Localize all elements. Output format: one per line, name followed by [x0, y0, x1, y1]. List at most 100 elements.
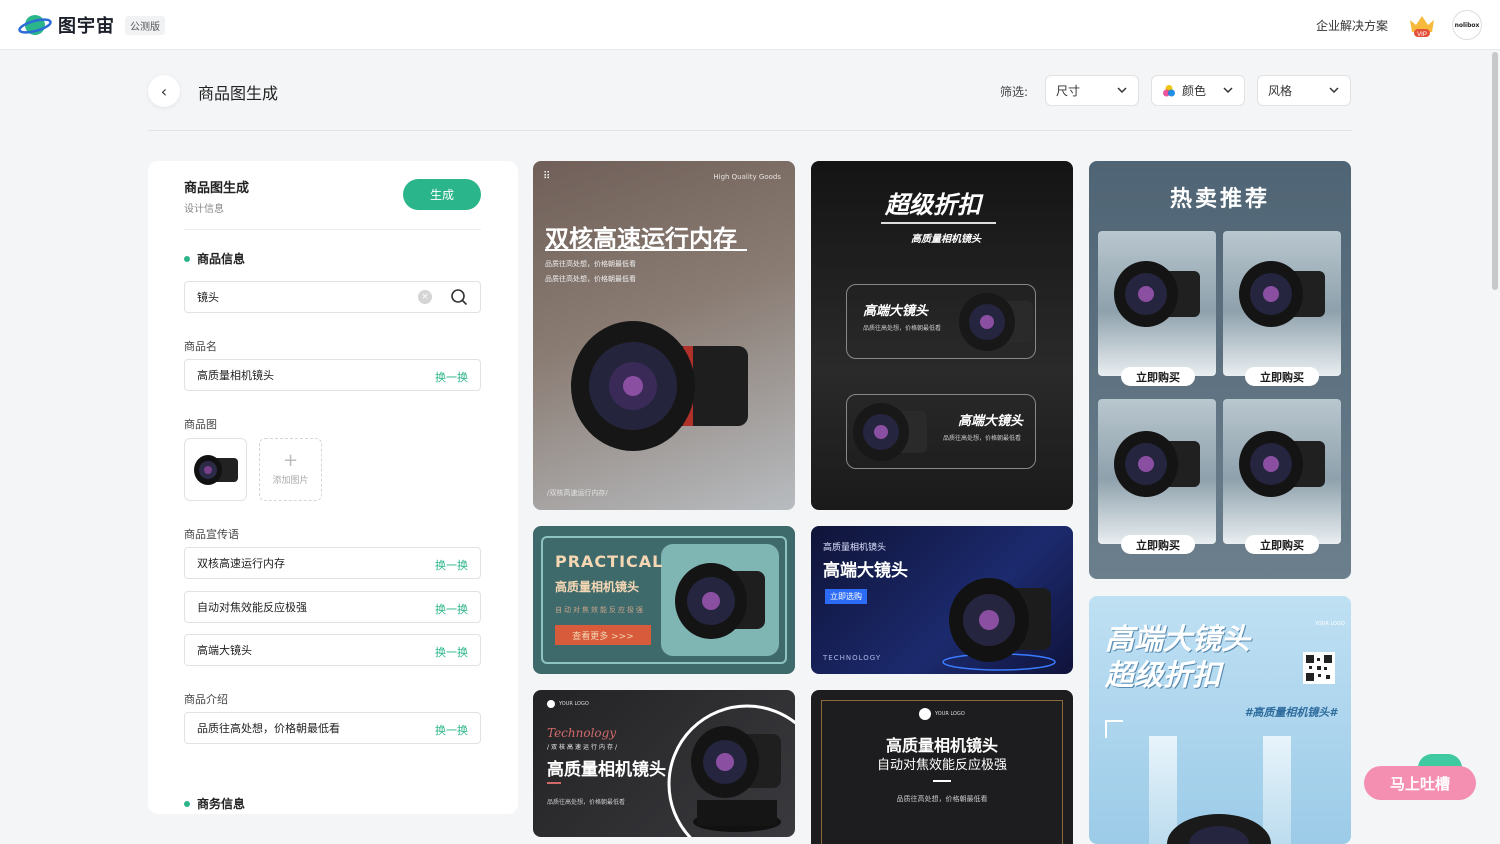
card-footer: /双核高速运行内存/ — [547, 489, 608, 497]
swap-button[interactable]: 换一换 — [435, 644, 468, 660]
card-logo: YOUR LOGO — [547, 700, 589, 708]
style-filter-label: 风格 — [1268, 84, 1293, 98]
card-title: 高质量相机镜头 — [885, 736, 998, 755]
card-logo-text: YOUR LOGO — [559, 701, 589, 707]
product-tile — [1223, 399, 1341, 544]
template-card-1[interactable]: ⠿ High Quality Goods 双核高速运行内存 品质往高处想，价格朝… — [533, 161, 795, 510]
clear-icon[interactable]: × — [418, 290, 432, 304]
template-card-3[interactable]: 热卖推荐 立即购买 立即购买 立即购买 立即购买 — [1089, 161, 1351, 579]
size-filter-label: 尺寸 — [1056, 84, 1081, 98]
slogan-value: 高端大镜头 — [197, 644, 252, 657]
feedback-button[interactable]: 马上吐槽 — [1364, 766, 1476, 800]
search-icon[interactable] — [450, 288, 468, 306]
template-card-7[interactable]: YOUR LOGO Technology /双核高速运行内存/ 高质量相机镜头 … — [533, 690, 795, 837]
title-underline — [881, 222, 996, 224]
template-card-6[interactable]: 高端大镜头 超级折扣 YOUR LOGO #高质量相机镜头# — [1089, 596, 1351, 844]
intro-field[interactable]: 品质往高处想，价格朝最低看 换一换 — [184, 712, 481, 744]
qr-code-icon — [1303, 652, 1335, 684]
enterprise-link[interactable]: 企业解决方案 — [1316, 17, 1388, 34]
promo-box-1: 高端大镜头 品质往高处想，价格朝最低看 — [846, 284, 1036, 359]
card-title: 高端大镜头 — [823, 561, 908, 581]
template-card-2[interactable]: 超级折扣 高质量相机镜头 高端大镜头 品质往高处想，价格朝最低看 高端大镜头 品… — [811, 161, 1073, 510]
template-card-4[interactable]: PRACTICAL 高质量相机镜头 自动对焦效能反应极强 查看更多 >>> — [533, 526, 795, 674]
card-small-text: 高质量相机镜头 — [823, 543, 887, 553]
bullet-dot-icon — [184, 800, 190, 807]
product-search-value: 镜头 — [197, 291, 219, 304]
buy-now-button: 立即购买 — [1121, 367, 1195, 386]
card-subtitle: 自动对焦效能反应极强 — [876, 758, 1007, 773]
camera-lens-image — [1239, 261, 1325, 327]
promo-box-title: 高端大镜头 — [957, 414, 1023, 429]
template-card-8[interactable]: YOUR LOGO 高质量相机镜头 自动对焦效能反应极强 品质往高处想，价格朝最… — [811, 690, 1073, 844]
promo-box-subtitle: 品质往高处想，价格朝最低看 — [942, 435, 1021, 442]
logo[interactable]: 图宇宙 公测版 — [18, 12, 165, 38]
camera-lens-icon — [193, 454, 238, 485]
product-name-field[interactable]: 高质量相机镜头 换一换 — [184, 359, 481, 391]
avatar[interactable]: nolibox — [1452, 10, 1482, 40]
card-subtitle: 高质量相机镜头 — [911, 234, 981, 245]
buy-now-button: 立即购买 — [1245, 367, 1319, 386]
product-name-value: 高质量相机镜头 — [197, 369, 274, 382]
card-footer: 品质往高处想，价格朝最低看 — [547, 799, 626, 806]
camera-lens-image — [667, 704, 795, 837]
camera-lens-image — [1114, 431, 1200, 497]
product-search-input[interactable]: 镜头 × — [184, 281, 481, 313]
product-tile — [1098, 231, 1216, 376]
vip-crown-icon[interactable]: VIP — [1406, 12, 1438, 38]
product-image-thumbnail[interactable] — [184, 438, 247, 501]
accent-line — [547, 782, 561, 784]
card-footer: TECHNOLOGY — [823, 654, 882, 662]
add-image-button[interactable]: + 添加图片 — [259, 438, 322, 501]
card-logo: YOUR LOGO — [919, 708, 965, 720]
svg-text:VIP: VIP — [1417, 32, 1427, 38]
slogan-field-3[interactable]: 高端大镜头 换一换 — [184, 634, 481, 666]
panel-divider — [184, 229, 481, 230]
swap-button[interactable]: 换一换 — [435, 557, 468, 573]
panel-title: 商品图生成 — [184, 181, 250, 196]
product-name-label: 商品名 — [184, 340, 217, 353]
product-info-heading: 商品信息 — [184, 250, 245, 267]
product-info-heading-text: 商品信息 — [197, 252, 246, 266]
swap-button[interactable]: 换一换 — [435, 601, 468, 617]
generate-button[interactable]: 生成 — [403, 179, 481, 210]
product-image-label: 商品图 — [184, 418, 217, 431]
swap-button[interactable]: 换一换 — [435, 722, 468, 738]
card-title: 热卖推荐 — [1170, 187, 1271, 212]
business-info-heading: 商务信息 — [184, 795, 245, 812]
logo-mark-icon — [919, 708, 931, 720]
slogan-field-2[interactable]: 自动对焦效能反应极强 换一换 — [184, 591, 481, 623]
camera-lens-image — [942, 578, 1056, 671]
size-filter-select[interactable]: 尺寸 — [1045, 75, 1139, 106]
swap-button[interactable]: 换一换 — [435, 369, 468, 385]
card-small-text: 自动对焦效能反应极强 — [555, 606, 645, 614]
template-card-5[interactable]: 高质量相机镜头 高端大镜头 立即选购 TECHNOLOGY — [811, 526, 1073, 674]
card-subtitle: 高质量相机镜头 — [555, 580, 640, 594]
header-divider — [148, 130, 1352, 131]
chevron-left-icon: ‹ — [160, 81, 168, 101]
card-script-text: Technology — [547, 726, 617, 740]
edition-badge: 公测版 — [125, 15, 165, 35]
card-small-text: /双核高速运行内存/ — [547, 744, 620, 751]
back-button[interactable]: ‹ — [148, 75, 180, 107]
grid-dots-icon: ⠿ — [543, 171, 551, 182]
plus-icon: + — [282, 450, 299, 471]
page-scrollbar[interactable] — [1492, 52, 1498, 290]
card-line-1: 品质往高处想，价格朝最低看 — [545, 260, 636, 268]
card-title: PRACTICAL — [555, 552, 664, 571]
card-footer: 品质往高处想，价格朝最低看 — [896, 795, 988, 803]
product-tile — [1223, 231, 1341, 376]
slogan-value: 双核高速运行内存 — [197, 557, 285, 570]
chevron-down-icon — [1117, 87, 1127, 94]
logo-mark-icon — [547, 700, 555, 708]
camera-lens-image — [1167, 814, 1271, 844]
slogan-field-1[interactable]: 双核高速运行内存 换一换 — [184, 547, 481, 579]
buy-now-button: 立即购买 — [1121, 535, 1195, 554]
style-filter-select[interactable]: 风格 — [1257, 75, 1351, 106]
chevron-down-icon — [1223, 87, 1233, 94]
promo-box-2: 高端大镜头 品质往高处想，价格朝最低看 — [846, 394, 1036, 469]
card-logo: YOUR LOGO — [1315, 621, 1345, 627]
card-hashtag: #高质量相机镜头# — [1244, 706, 1337, 719]
business-info-heading-text: 商务信息 — [197, 797, 246, 811]
color-filter-select[interactable]: 颜色 — [1151, 75, 1245, 106]
shop-now-button: 立即选购 — [825, 589, 867, 604]
